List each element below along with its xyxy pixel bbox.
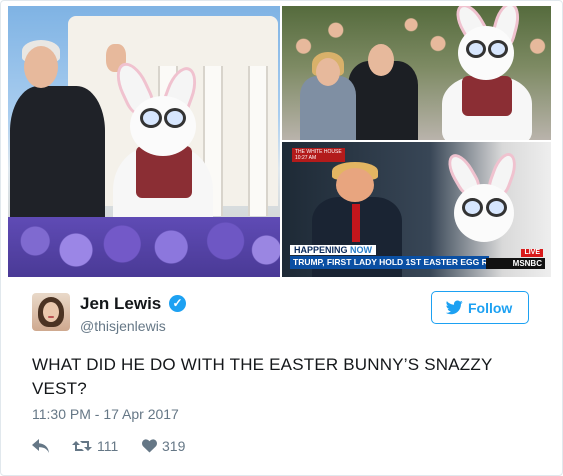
photo-top-right[interactable]: [282, 6, 551, 140]
photo-collage[interactable]: THE WHITE HOUSE 10:27 AM HAPPENING NOW T…: [8, 6, 551, 277]
bunny-glasses: [486, 198, 507, 217]
tv-headline: TRUMP, FIRST LADY HOLD 1ST EASTER EGG RO…: [290, 256, 489, 269]
bunny-vest: [462, 76, 512, 116]
reply-button[interactable]: [32, 437, 52, 455]
column: [248, 66, 268, 216]
person-face: [336, 168, 374, 202]
follow-label: Follow: [468, 300, 513, 316]
follow-button[interactable]: Follow: [431, 291, 529, 324]
retweet-icon: [72, 441, 92, 451]
retweet-button[interactable]: 111: [72, 437, 132, 455]
tv-station-bug: THE WHITE HOUSE 10:27 AM: [292, 148, 345, 162]
photo-bottom-right[interactable]: THE WHITE HOUSE 10:27 AM HAPPENING NOW T…: [282, 142, 551, 277]
person-face: [368, 44, 394, 76]
retweet-count: 111: [97, 438, 119, 454]
red-tie: [352, 204, 360, 242]
bunny-head: [130, 96, 196, 156]
tv-bug-line2: 10:27 AM: [295, 155, 317, 161]
bunny-glasses: [140, 108, 162, 128]
author-name[interactable]: Jen Lewis: [80, 294, 161, 314]
hydrangea-flowers: [8, 217, 280, 277]
like-count: 319: [162, 438, 186, 454]
happening-now-label: HAPPENING NOW: [290, 245, 377, 255]
heart-icon: [142, 439, 157, 453]
photo-left[interactable]: [8, 6, 280, 277]
author-handle[interactable]: @thisjenlewis: [80, 318, 166, 334]
tweet-timestamp[interactable]: 11:30 PM - 17 Apr 2017: [32, 406, 179, 422]
bunny-glasses: [466, 40, 486, 58]
twitter-bird-icon: [446, 300, 463, 315]
like-button[interactable]: 319: [142, 437, 202, 455]
network-logo: MSNBC: [486, 258, 545, 269]
bunny-glasses: [164, 108, 186, 128]
avatar[interactable]: [32, 293, 70, 331]
reply-icon: [32, 439, 49, 453]
bunny-glasses: [488, 40, 508, 58]
person-suit: [10, 86, 105, 236]
live-badge: LIVE: [521, 249, 543, 257]
bunny-glasses: [462, 198, 483, 217]
person-face: [24, 46, 58, 88]
verified-badge-icon: ✓: [169, 295, 186, 312]
tv-lower-third: HAPPENING NOW TRUMP, FIRST LADY HOLD 1ST…: [290, 245, 545, 271]
tweet-card: THE WHITE HOUSE 10:27 AM HAPPENING NOW T…: [0, 0, 563, 476]
person-face: [316, 58, 340, 86]
tweet-text: WHAT DID HE DO WITH THE EASTER BUNNY’S S…: [32, 355, 493, 398]
